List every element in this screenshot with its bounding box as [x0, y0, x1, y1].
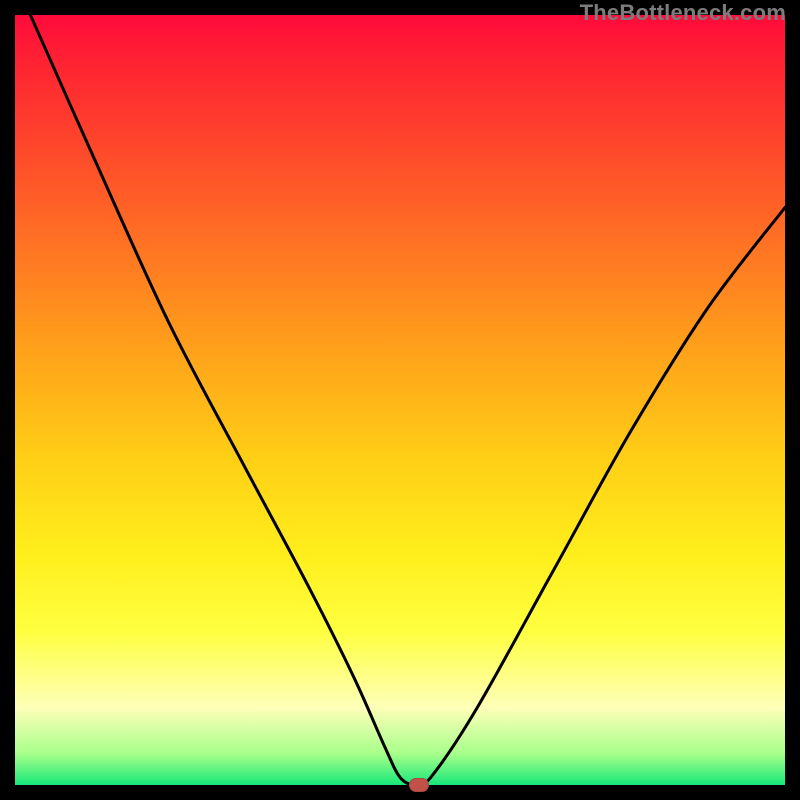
optimum-marker — [409, 778, 429, 792]
chart-frame: TheBottleneck.com — [0, 0, 800, 800]
watermark-text: TheBottleneck.com — [580, 0, 786, 26]
bottleneck-curve — [15, 15, 785, 785]
